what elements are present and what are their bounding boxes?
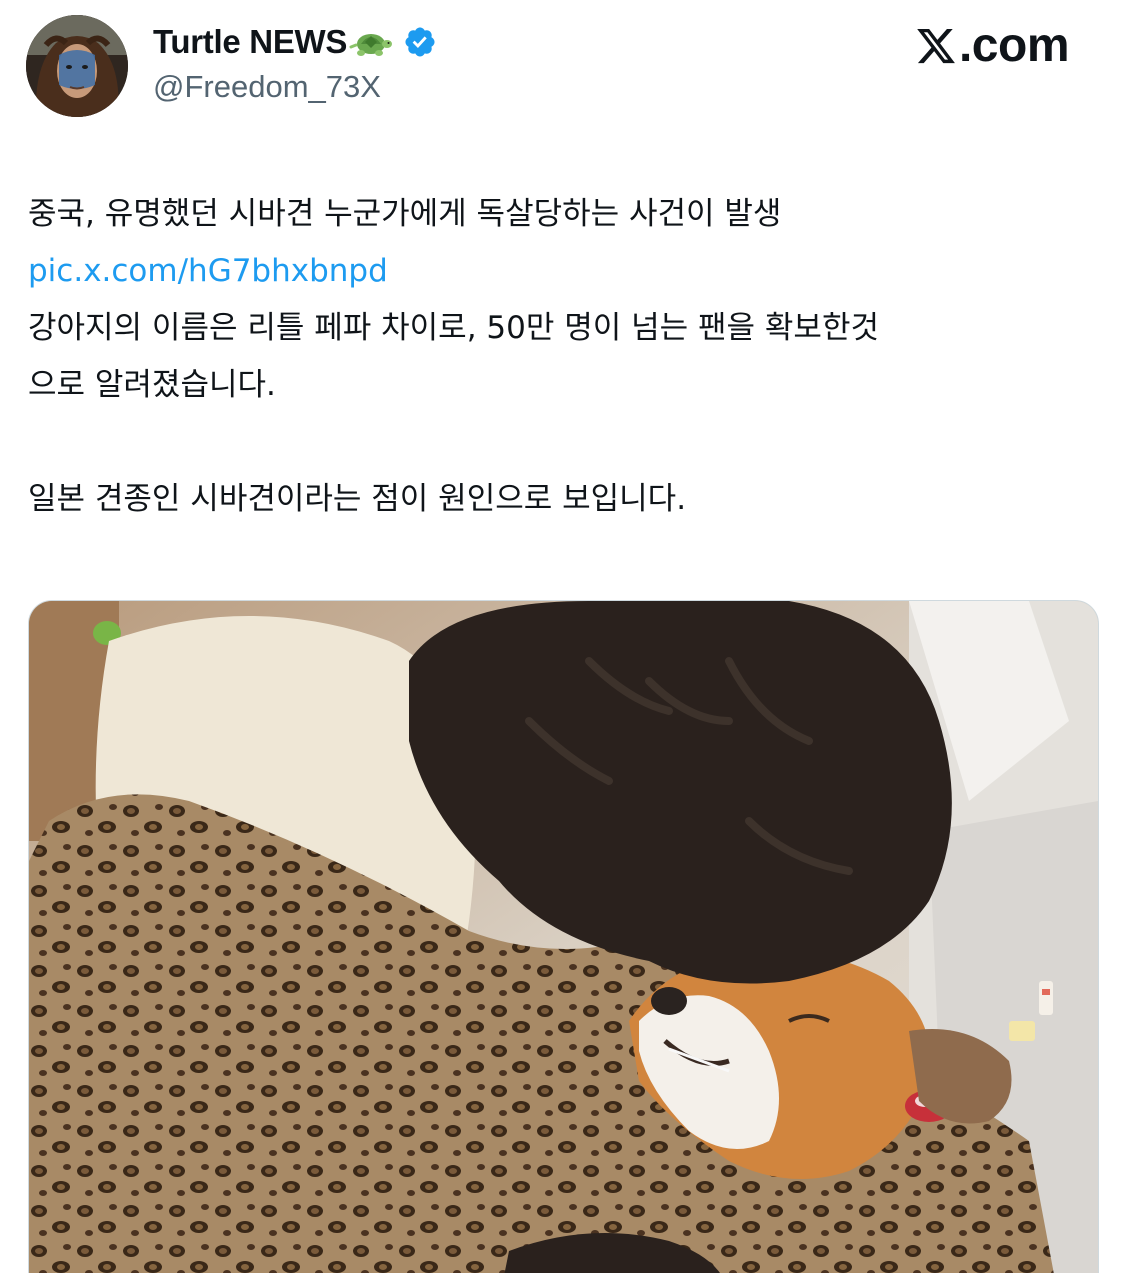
author-handle[interactable]: @Freedom_73X (153, 69, 381, 105)
site-branding: .com (915, 18, 1070, 73)
display-name[interactable]: Turtle NEWS (153, 23, 347, 61)
dog-photo (29, 601, 1098, 1273)
tweet-card: Turtle NEWS @Freedom_73X .com 중국, 유명했던 시… (0, 0, 1125, 1273)
media-link[interactable]: pic.x.com/hG7bhxbnpd (28, 243, 1098, 300)
avatar-image (26, 15, 128, 117)
site-label: .com (958, 19, 1070, 72)
turtle-icon (349, 34, 393, 56)
tweet-line: 으로 알려졌습니다. (28, 367, 276, 403)
verified-badge-icon[interactable] (403, 25, 437, 59)
tweet-text: 중국, 유명했던 시바견 누군가에게 독살당하는 사건이 발생 pic.x.co… (28, 186, 1098, 528)
x-logo-icon (917, 28, 955, 63)
avatar[interactable] (26, 15, 128, 117)
tweet-media[interactable] (28, 600, 1099, 1273)
tweet-line: 강아지의 이름은 리틀 페파 차이로, 50만 명이 넘는 팬을 확보한것 (28, 310, 879, 346)
tweet-line: 일본 견종인 시바견이라는 점이 원인으로 보입니다. (28, 481, 687, 517)
author-name-row[interactable]: Turtle NEWS (153, 22, 437, 62)
tweet-line: 중국, 유명했던 시바견 누군가에게 독살당하는 사건이 발생 (28, 196, 782, 232)
